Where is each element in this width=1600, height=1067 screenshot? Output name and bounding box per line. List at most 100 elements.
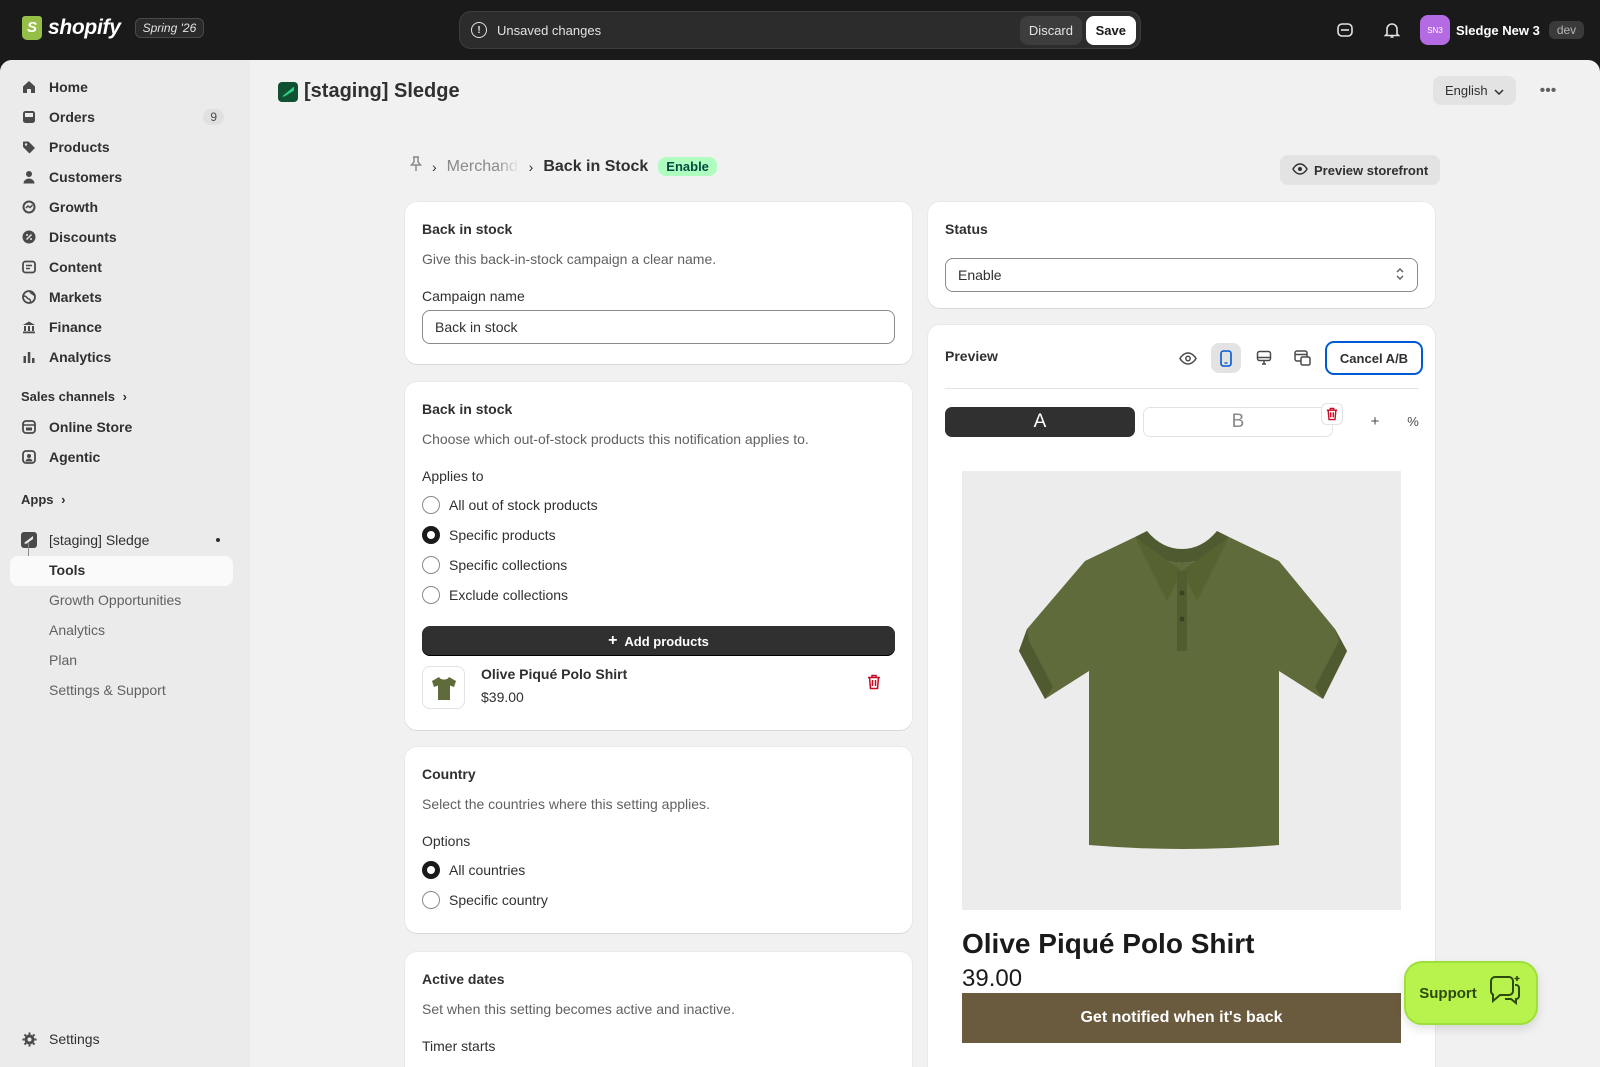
sidekick-icon[interactable] — [1333, 18, 1357, 42]
chevron-right-icon: › — [528, 158, 534, 175]
sidebar-item-growth[interactable]: Growth — [10, 192, 232, 222]
breadcrumb-parent[interactable]: Merchandise — [447, 158, 519, 176]
preview-product-image — [962, 471, 1401, 910]
radio-button-selected[interactable] — [422, 526, 440, 544]
radio-button[interactable] — [422, 586, 440, 604]
radio-button[interactable] — [422, 891, 440, 909]
sidebar-item-label: Markets — [49, 289, 102, 305]
sidebar-item-analytics[interactable]: Analytics — [10, 342, 232, 372]
cancel-ab-button[interactable]: Cancel A/B — [1325, 341, 1423, 375]
sidebar-item-app-sledge[interactable]: [staging] Sledge — [10, 525, 232, 555]
discount-icon — [21, 229, 37, 245]
sidebar-item-markets[interactable]: Markets — [10, 282, 232, 312]
sidebar-item-label: Growth — [49, 199, 98, 215]
radio-button-selected[interactable] — [422, 861, 440, 879]
sidebar-item-label: Online Store — [49, 419, 133, 435]
status-select[interactable]: Enable — [945, 258, 1418, 292]
mobile-view-icon[interactable] — [1211, 343, 1241, 373]
save-button[interactable]: Save — [1085, 16, 1136, 45]
sidebar-item-agentic[interactable]: Agentic — [10, 442, 232, 472]
delete-variant-icon[interactable] — [1321, 403, 1343, 425]
page-title: [staging] Sledge — [304, 80, 460, 102]
content-icon — [21, 259, 37, 275]
sales-channels-heading[interactable]: Sales channels › — [21, 389, 127, 404]
chevron-right-icon: › — [432, 158, 437, 175]
sidebar-item-customers[interactable]: Customers — [10, 162, 232, 192]
card-title: Country — [422, 766, 476, 782]
sidebar-subitem-tools[interactable] — [10, 556, 233, 586]
add-products-button[interactable]: + Add products — [422, 626, 895, 656]
unsaved-text: Unsaved changes — [497, 22, 602, 38]
status-select-value: Enable — [958, 267, 1002, 283]
chevron-down-icon — [1494, 83, 1504, 98]
support-button[interactable]: Support — [1404, 961, 1538, 1025]
sidebar-item-orders[interactable]: Orders 9 — [10, 102, 232, 132]
language-select[interactable]: English — [1433, 76, 1516, 105]
sidebar: Home Orders 9 Products Customers Growth … — [0, 60, 250, 1067]
variant-b-tab[interactable]: B — [1143, 407, 1333, 437]
discard-button[interactable]: Discard — [1019, 16, 1082, 45]
plus-icon: + — [608, 632, 618, 649]
radio-specific-country[interactable]: Specific country — [422, 891, 548, 909]
radio-all-countries[interactable]: All countries — [422, 861, 525, 879]
radio-specific-products[interactable]: Specific products — [422, 526, 556, 544]
active-dates-card: Active dates Set when this setting becom… — [405, 952, 912, 1067]
sidebar-item-products[interactable]: Products — [10, 132, 232, 162]
product-thumbnail — [422, 666, 465, 709]
radio-label: All out of stock products — [449, 497, 598, 513]
pin-icon[interactable] — [409, 156, 423, 177]
pin-dot-icon — [216, 538, 220, 542]
shopify-logo[interactable]: shopify Spring '26 — [22, 16, 205, 40]
add-variant-icon[interactable]: + — [1363, 409, 1387, 433]
sidebar-item-label: Customers — [49, 169, 123, 185]
sidebar-subitem-settings-support[interactable]: Settings & Support — [49, 682, 166, 698]
more-actions-icon[interactable]: ••• — [1535, 78, 1561, 104]
orders-count-badge: 9 — [203, 109, 224, 125]
env-badge: dev — [1548, 21, 1585, 39]
radio-label: Specific products — [449, 527, 556, 543]
split-percent-icon[interactable]: % — [1401, 409, 1425, 433]
sidebar-item-online-store[interactable]: Online Store — [10, 412, 232, 442]
delete-product-icon[interactable] — [867, 674, 881, 694]
radio-specific-collections[interactable]: Specific collections — [422, 556, 567, 574]
sidebar-item-settings[interactable]: Settings — [10, 1024, 232, 1054]
apps-heading[interactable]: Apps › — [21, 492, 65, 507]
popup-view-icon[interactable] — [1287, 343, 1317, 373]
radio-label: Specific collections — [449, 557, 568, 573]
sidebar-item-home[interactable]: Home — [10, 72, 232, 102]
radio-label: All countries — [449, 862, 526, 878]
sidebar-item-finance[interactable]: Finance — [10, 312, 232, 342]
eye-icon[interactable] — [1173, 343, 1203, 373]
sidebar-subitem-growth-opportunities[interactable]: Growth Opportunities — [49, 592, 181, 608]
card-title: Back in stock — [422, 401, 513, 417]
preview-product-name: Olive Piqué Polo Shirt — [962, 928, 1255, 959]
get-notified-button[interactable]: Get notified when it's back — [962, 993, 1401, 1043]
selected-product-price: $39.00 — [481, 689, 524, 705]
sidebar-subitem-analytics[interactable]: Analytics — [49, 622, 105, 638]
shopify-bag-icon — [22, 16, 42, 40]
bell-icon[interactable] — [1380, 18, 1404, 42]
card-subtitle: Set when this setting becomes active and… — [422, 1001, 735, 1017]
desktop-view-icon[interactable] — [1249, 343, 1279, 373]
radio-label: Specific country — [449, 892, 548, 908]
variant-a-tab[interactable]: A — [945, 407, 1135, 437]
radio-all-out-of-stock[interactable]: All out of stock products — [422, 496, 598, 514]
sidebar-item-label: Content — [49, 259, 102, 275]
sidebar-item-content[interactable]: Content — [10, 252, 232, 282]
sidebar-item-discounts[interactable]: Discounts — [10, 222, 232, 252]
selected-product-name: Olive Piqué Polo Shirt — [481, 666, 628, 682]
sidebar-item-label: Home — [49, 79, 88, 95]
campaign-name-card: Back in stock Give this back-in-stock ca… — [405, 202, 912, 364]
top-bar: shopify Spring '26 ! Unsaved changes Dis… — [0, 0, 1600, 60]
sidebar-subitem-plan[interactable]: Plan — [49, 652, 77, 668]
store-switcher[interactable]: SN3 Sledge New 3 dev — [1420, 15, 1585, 45]
radio-button[interactable] — [422, 556, 440, 574]
radio-exclude-collections[interactable]: Exclude collections — [422, 586, 568, 604]
growth-icon — [21, 199, 37, 215]
campaign-name-input[interactable]: Back in stock — [422, 310, 895, 344]
radio-button[interactable] — [422, 496, 440, 514]
status-badge: Enable — [658, 157, 717, 176]
add-products-label: Add products — [624, 633, 709, 649]
preview-storefront-button[interactable]: Preview storefront — [1280, 155, 1441, 185]
sidebar-item-label: Finance — [49, 319, 102, 335]
